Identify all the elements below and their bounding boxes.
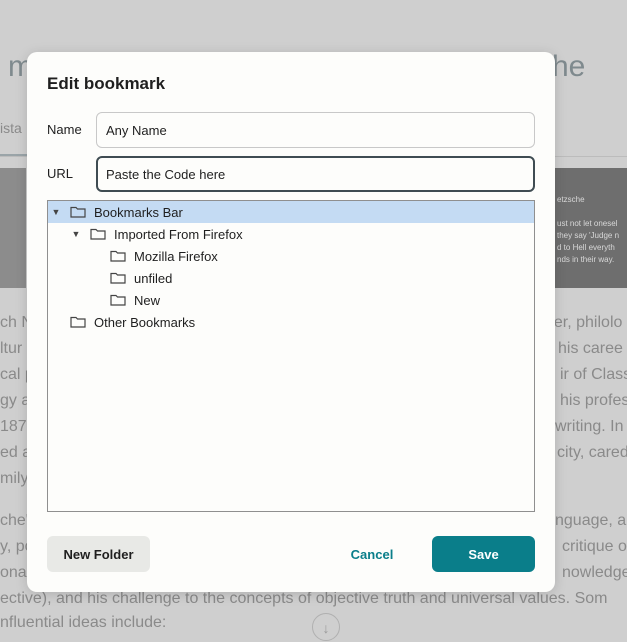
folder-icon <box>90 228 106 240</box>
new-folder-button[interactable]: New Folder <box>47 536 150 572</box>
background-text-line: his profes <box>560 392 627 409</box>
folder-icon <box>70 316 86 328</box>
tree-item-other-bookmarks[interactable]: Other Bookmarks <box>48 311 534 333</box>
folder-icon <box>110 250 126 262</box>
background-text-line: her, philolo <box>545 314 623 331</box>
background-text-line: onal <box>0 564 31 581</box>
tree-item-label: New <box>134 292 161 308</box>
background-tab: ista <box>0 120 22 136</box>
background-text-line: gy a <box>0 392 31 409</box>
background-text-line: his caree <box>558 340 623 357</box>
save-button[interactable]: Save <box>432 536 535 572</box>
background-text-line: mily <box>0 470 29 487</box>
background-text-line: nguage, an <box>555 512 627 529</box>
tree-item-new[interactable]: New <box>48 289 534 311</box>
folder-icon <box>110 272 126 284</box>
expand-triangle-icon[interactable]: ▼ <box>72 229 81 239</box>
name-label: Name <box>47 122 82 137</box>
tree-item-label: Mozilla Firefox <box>134 248 218 264</box>
url-label: URL <box>47 166 74 181</box>
background-text-line: ir of Class <box>560 366 627 383</box>
background-title-right: he <box>552 50 586 83</box>
scroll-down-icon: ↓ <box>312 613 340 641</box>
tree-item-unfiled[interactable]: unfiled <box>48 267 534 289</box>
tree-item-imported-from-firefox[interactable]: ▼ Imported From Firefox <box>48 223 534 245</box>
name-field[interactable] <box>96 112 535 148</box>
background-text-line: ltur <box>0 340 23 357</box>
background-quote-text: etzsche ust not let onesel they say 'Jud… <box>557 195 620 264</box>
tree-item-label: unfiled <box>134 270 173 286</box>
folder-tree[interactable]: ▼ Bookmarks Bar ▼ Imported From Firefox … <box>47 200 535 512</box>
background-text-line: critique o <box>562 538 627 555</box>
cancel-button[interactable]: Cancel <box>327 536 417 572</box>
dialog-title: Edit bookmark <box>47 74 166 93</box>
background-text-line: writing. In <box>555 418 624 435</box>
folder-icon <box>110 294 126 306</box>
background-text-line: nfluential ideas include: <box>0 614 167 631</box>
background-portrait-image <box>0 168 26 288</box>
background-text-line: ective), and his challenge to the concep… <box>0 590 608 607</box>
tree-item-label: Bookmarks Bar <box>94 204 183 220</box>
folder-icon <box>70 206 86 218</box>
tree-item-label: Other Bookmarks <box>94 314 196 330</box>
tree-item-mozilla-firefox[interactable]: Mozilla Firefox <box>48 245 534 267</box>
tree-item-bookmarks-bar[interactable]: ▼ Bookmarks Bar <box>48 201 534 223</box>
tree-item-label: Imported From Firefox <box>114 226 243 242</box>
url-field[interactable] <box>96 156 535 192</box>
background-text-line: 187 <box>0 418 27 435</box>
expand-triangle-icon[interactable]: ▼ <box>52 207 61 217</box>
edit-bookmark-dialog: Edit bookmark Name URL ▼ Bookmarks Bar ▼… <box>27 52 555 592</box>
background-text-line: city, cared <box>557 444 627 461</box>
background-text-line: nowledge <box>562 564 627 581</box>
